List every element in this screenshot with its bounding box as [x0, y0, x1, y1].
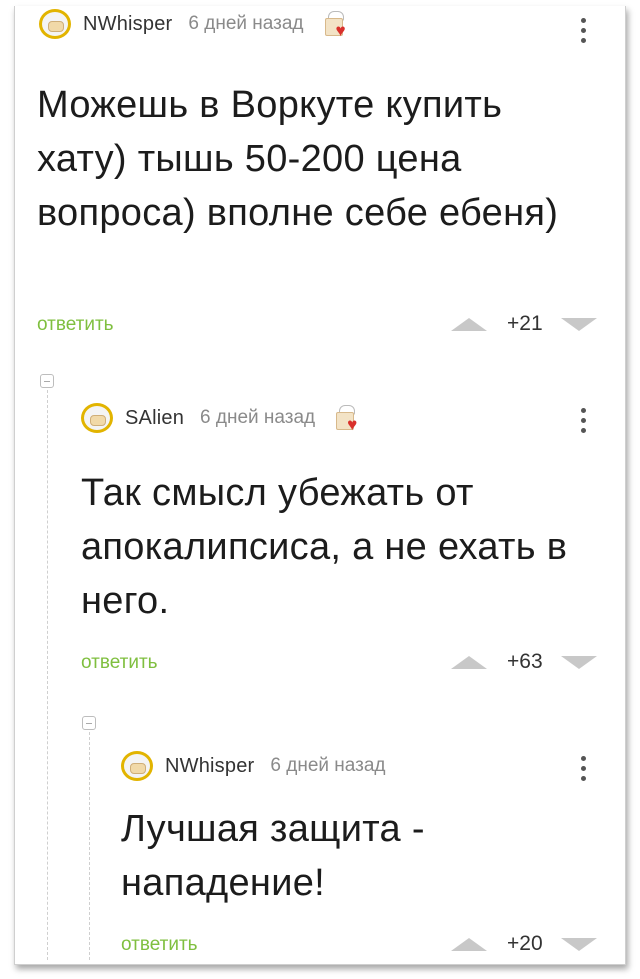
avatar-icon[interactable]: [81, 403, 113, 433]
downvote-icon[interactable]: [560, 937, 597, 951]
comments-frame: NWhisper 6 дней назад ♥ Можешь в Воркуте…: [14, 6, 626, 965]
author-name[interactable]: NWhisper: [165, 755, 254, 778]
upvote-icon[interactable]: [451, 317, 487, 331]
comment-3: NWhisper 6 дней назад Лучшая защита - на…: [119, 746, 625, 966]
comment-time[interactable]: 6 дней назад: [270, 755, 385, 777]
more-options-icon[interactable]: [581, 756, 587, 786]
upvote-icon[interactable]: [451, 655, 487, 669]
score: +63: [507, 650, 543, 673]
downvote-icon[interactable]: [560, 655, 597, 669]
award-heart-icon: ♥: [322, 10, 350, 39]
comment-text: Так смысл убежать от апокалипсиса, а не …: [81, 472, 568, 622]
more-options-icon[interactable]: [581, 408, 587, 438]
author-name[interactable]: NWhisper: [83, 13, 172, 36]
collapse-thread-icon[interactable]: [82, 716, 96, 730]
reply-link[interactable]: ответить: [37, 314, 114, 336]
comment-time[interactable]: 6 дней назад: [200, 407, 315, 429]
comment-2: SAlien 6 дней назад ♥ Так смысл убежать …: [75, 398, 625, 688]
comment-time[interactable]: 6 дней назад: [188, 13, 303, 35]
comment-header: NWhisper 6 дней назад ♥: [39, 4, 350, 44]
comment-text: Можешь в Воркуте купить хату) тышь 50-20…: [37, 84, 559, 234]
avatar-icon[interactable]: [121, 751, 153, 781]
reply-link[interactable]: ответить: [121, 934, 198, 956]
upvote-icon[interactable]: [451, 937, 487, 951]
award-heart-icon: ♥: [333, 404, 361, 433]
author-name[interactable]: SAlien: [125, 407, 184, 430]
comment-header: NWhisper 6 дней назад: [121, 746, 386, 786]
comment-1: NWhisper 6 дней назад ♥ Можешь в Воркуте…: [15, 6, 625, 336]
more-options-icon[interactable]: [581, 18, 587, 48]
collapse-thread-icon[interactable]: [40, 374, 54, 388]
thread-line: [89, 732, 90, 960]
vote-controls: +20: [451, 932, 597, 956]
vote-controls: +63: [451, 650, 597, 674]
comment-text: Лучшая защита - нападение!: [121, 808, 425, 904]
score: +20: [507, 932, 543, 955]
downvote-icon[interactable]: [560, 317, 597, 331]
avatar-icon[interactable]: [39, 9, 71, 39]
reply-link[interactable]: ответить: [81, 652, 158, 674]
comment-header: SAlien 6 дней назад ♥: [81, 398, 361, 438]
score: +21: [507, 312, 543, 335]
vote-controls: +21: [451, 312, 597, 336]
thread-line: [47, 390, 48, 960]
